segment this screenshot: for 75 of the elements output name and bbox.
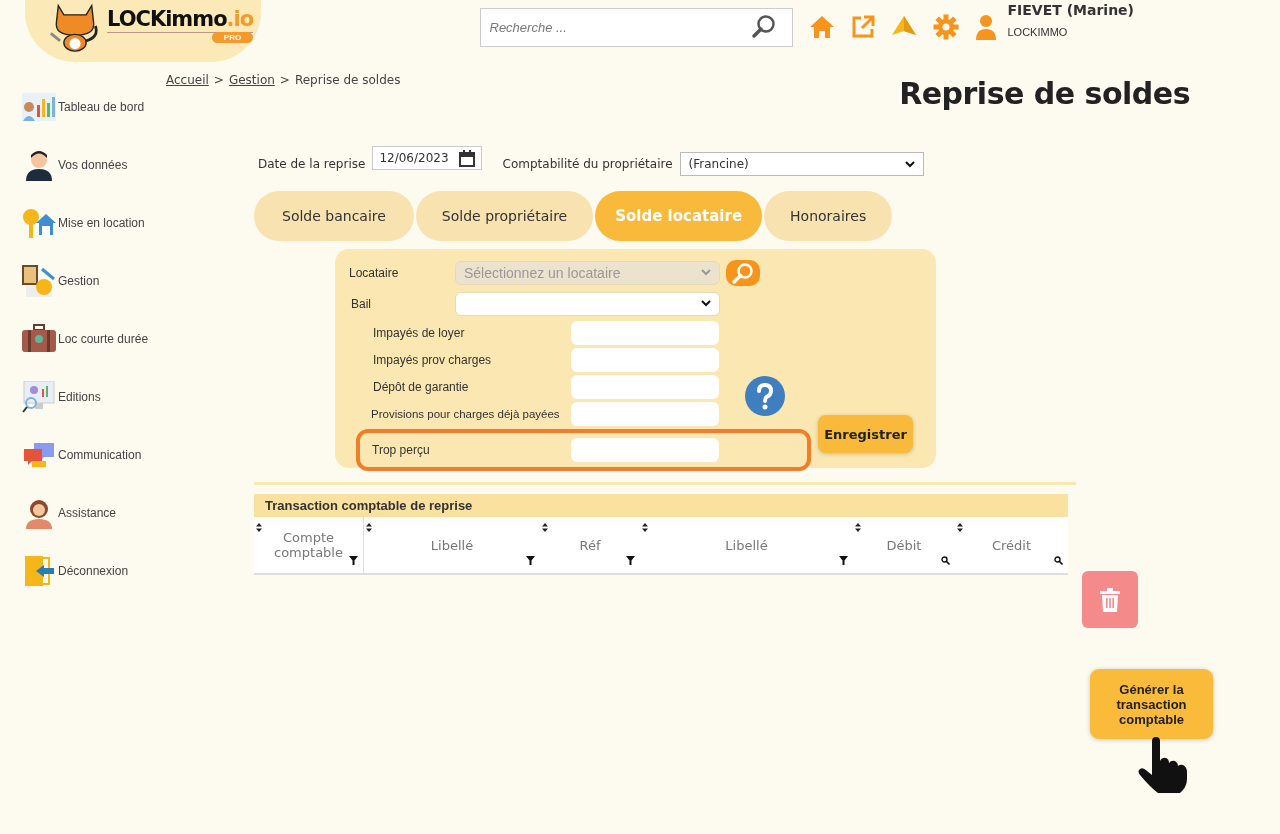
breadcrumb-separator: > (279, 73, 290, 87)
company-name: LOCKIMMO (1007, 26, 1069, 38)
monitor-chart-icon (22, 381, 56, 413)
field-label: Impayés de loyer (372, 325, 466, 340)
field-label: Trop perçu (371, 443, 431, 457)
generate-button[interactable]: Générer la transaction comptable (1090, 669, 1213, 739)
pro-badge: PRO (211, 32, 254, 43)
sidebar-item[interactable]: Tableau de bord (22, 90, 250, 124)
column-header[interactable]: Libellé (364, 517, 540, 573)
filter-icon[interactable] (626, 556, 635, 565)
suitcase-icon (22, 323, 56, 355)
sort-icon[interactable] (542, 523, 548, 532)
column-header[interactable]: Débit (853, 517, 955, 573)
sort-icon[interactable] (642, 523, 648, 532)
sidebar-item[interactable]: Assistance (22, 496, 250, 530)
field-label: Impayés prov charges (372, 352, 493, 367)
input-field[interactable] (571, 438, 719, 462)
column-header[interactable]: Crédit (955, 517, 1068, 573)
sort-icon[interactable] (256, 523, 262, 532)
input-field[interactable] (571, 320, 719, 345)
owner-account-label: Comptabilité du propriétaire (502, 157, 673, 171)
breadcrumb-separator: > (213, 73, 224, 87)
filter-icon[interactable] (839, 556, 848, 565)
column-header[interactable]: Compte comptable (254, 517, 364, 573)
owner-account-select[interactable]: (Francine) (679, 152, 924, 176)
table-title: Transaction comptable de reprise (254, 494, 1068, 517)
field-label: Dépôt de garantie (372, 379, 470, 394)
filter-icon[interactable] (349, 556, 358, 565)
sidebar-item[interactable]: Gestion (22, 264, 250, 298)
field-label: Provisions pour charges déjà payées (370, 406, 561, 421)
sidebar-item[interactable]: Communication (22, 438, 250, 472)
help-icon[interactable] (745, 376, 785, 416)
tab[interactable]: Solde bancaire (254, 191, 414, 241)
filter-icon[interactable] (526, 556, 535, 565)
door-arrow-icon (22, 555, 56, 587)
chart-person-icon (22, 91, 56, 123)
trash-icon (1100, 587, 1120, 612)
sort-icon[interactable] (957, 523, 963, 532)
search-icon[interactable] (941, 556, 950, 565)
column-header[interactable]: Réf (540, 517, 640, 573)
breadcrumb-current: Reprise de soldes (294, 73, 401, 87)
calendar-icon[interactable] (458, 149, 475, 167)
date-field[interactable]: 12/06/2023 (372, 146, 482, 170)
sidebar-item[interactable]: Vos données (22, 148, 250, 182)
sidebar-item[interactable]: Loc courte durée (22, 322, 250, 356)
breadcrumb-link[interactable]: Accueil (166, 73, 209, 87)
input-field[interactable] (571, 374, 719, 399)
input-field[interactable] (571, 347, 719, 372)
sidebar-item[interactable]: Editions (22, 380, 250, 414)
user-name: FIEVET (Marine) (1007, 2, 1134, 18)
chevron-icon (701, 269, 711, 276)
hand-cursor-icon (1136, 737, 1190, 793)
calculator-coin-icon (22, 265, 56, 297)
field-label: Locataire (349, 264, 400, 281)
breadcrumb-link[interactable]: Gestion (228, 73, 275, 87)
save-button[interactable]: Enregistrer (818, 415, 913, 453)
sidebar-item[interactable]: Mise en location (22, 206, 250, 240)
key-house-icon (22, 207, 56, 239)
sort-icon[interactable] (366, 523, 372, 532)
chevron-icon (904, 160, 915, 168)
search-field[interactable]: Recherche ... (479, 7, 793, 47)
field-label: Bail (350, 295, 372, 312)
page-title: Reprise de soldes (899, 76, 1190, 111)
select-field[interactable] (455, 291, 720, 316)
input-field[interactable] (571, 401, 719, 426)
search-icon[interactable] (750, 13, 777, 40)
search-icon[interactable] (1054, 556, 1063, 565)
sort-icon[interactable] (855, 523, 861, 532)
tab[interactable]: Solde propriétaire (415, 191, 594, 241)
tab[interactable]: Honoraires (764, 191, 893, 241)
column-header[interactable]: Libellé (640, 517, 853, 573)
search-icon (731, 261, 755, 284)
date-label: Date de la reprise (258, 157, 366, 171)
sidebar-item[interactable]: Déconnexion (22, 554, 250, 588)
chevron-icon (701, 300, 711, 307)
